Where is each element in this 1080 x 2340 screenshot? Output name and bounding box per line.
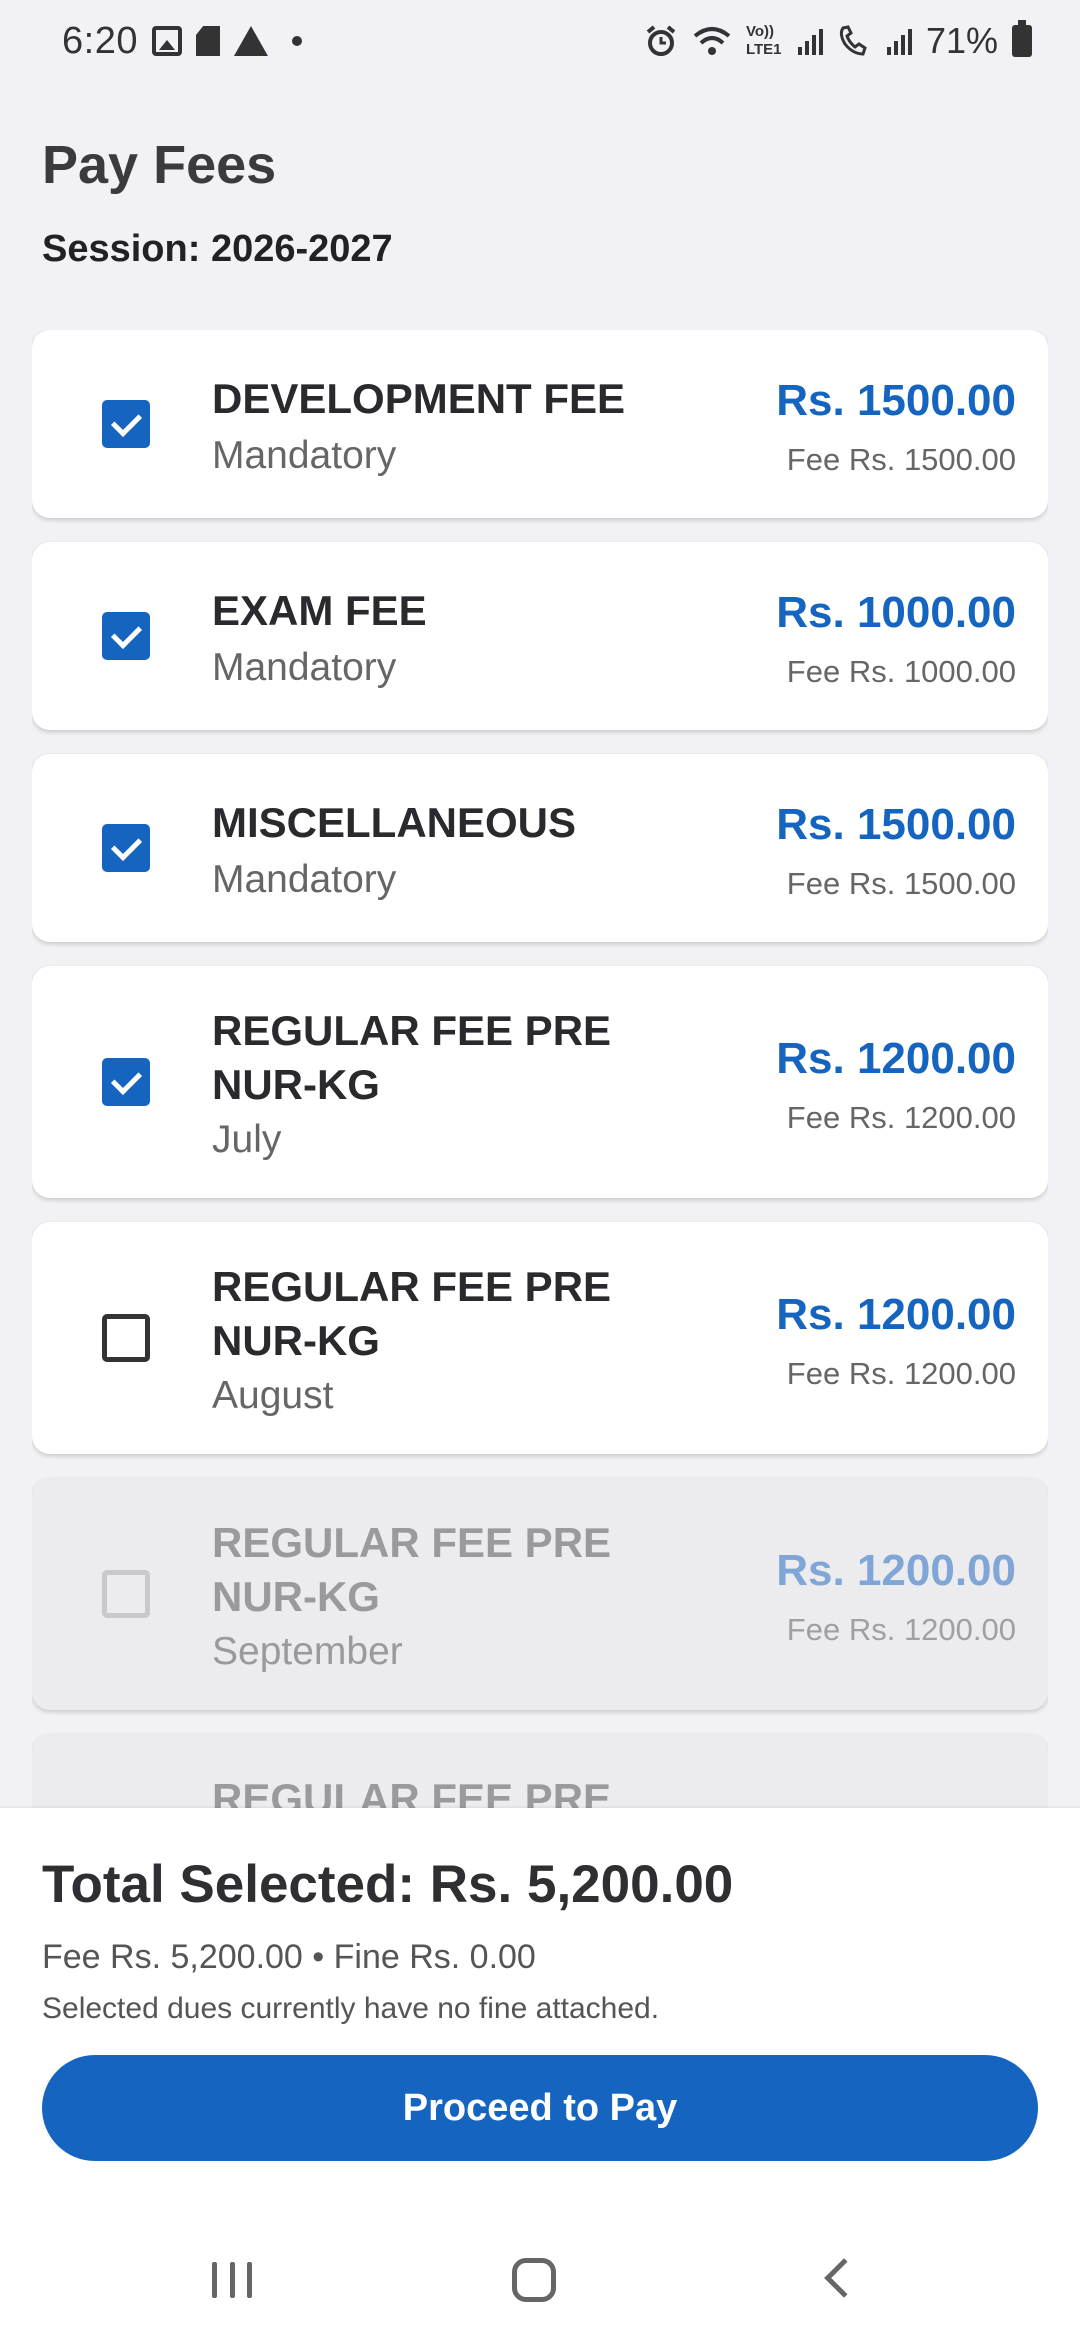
fee-subtitle: July (212, 1118, 282, 1161)
fee-amount: Rs. 1200.00 (776, 1034, 1016, 1083)
warning-icon (233, 26, 268, 56)
signal-icon (797, 27, 823, 55)
fee-list[interactable]: DEVELOPMENT FEE Mandatory Rs. 1500.00 Fe… (32, 330, 1048, 1810)
session-label: Session: 2026-2027 (42, 228, 393, 270)
alarm-icon (646, 25, 676, 56)
fee-subtitle: August (212, 1374, 334, 1417)
fee-amount: Rs. 1200.00 (776, 1546, 1016, 1595)
fee-subtitle: Mandatory (212, 646, 397, 689)
fee-checkbox[interactable] (102, 824, 150, 872)
fee-base-amount: Fee Rs. 1200.00 (786, 1356, 1016, 1391)
fee-name: REGULAR FEE PRE NUR-KG (212, 1007, 612, 1108)
dot-icon (291, 36, 302, 46)
home-icon[interactable] (512, 2258, 556, 2302)
fee-card[interactable]: REGULAR FEE PRE NUR-KG July Rs. 1200.00 … (32, 966, 1048, 1198)
fee-checkbox[interactable] (102, 1314, 150, 1362)
proceed-to-pay-button[interactable]: Proceed to Pay (42, 2055, 1038, 2161)
fee-base-amount: Fee Rs. 1500.00 (786, 442, 1016, 477)
battery-icon (1012, 20, 1032, 57)
image-icon (151, 26, 182, 56)
status-time: 6:20 (62, 19, 138, 62)
status-right: Vo)) LTE1 71% (644, 20, 1032, 62)
fee-base-amount: Fee Rs. 1000.00 (786, 654, 1016, 689)
fee-card-disabled: REGULAR FEE PRE NUR-KG September Rs. 120… (32, 1478, 1048, 1710)
recents-icon[interactable] (212, 2262, 252, 2298)
status-bar: 6:20 Vo)) LTE1 71% (0, 0, 1080, 82)
fee-subtitle: Mandatory (212, 434, 397, 477)
total-selected: Total Selected: Rs. 5,200.00 (42, 1855, 734, 1914)
back-icon[interactable] (824, 2258, 864, 2298)
fee-card[interactable]: EXAM FEE Mandatory Rs. 1000.00 Fee Rs. 1… (32, 542, 1048, 730)
fee-checkbox[interactable] (102, 612, 150, 660)
wifi-calling-icon (839, 25, 867, 56)
system-nav-bar (0, 2230, 1080, 2330)
fee-checkbox[interactable] (102, 400, 150, 448)
fee-base-amount: Fee Rs. 1500.00 (786, 866, 1016, 901)
page-title: Pay Fees (42, 135, 277, 195)
sd-card-icon (195, 26, 220, 56)
fee-amount: Rs. 1200.00 (776, 1290, 1016, 1339)
fee-name: EXAM FEE (212, 587, 427, 634)
signal-icon-2 (886, 27, 912, 55)
fee-amount: Rs. 1000.00 (776, 588, 1016, 637)
battery-percent: 71% (925, 20, 998, 61)
fee-base-amount: Fee Rs. 1200.00 (786, 1100, 1016, 1135)
fee-checkbox[interactable] (102, 1058, 150, 1106)
fee-subtitle: September (212, 1630, 403, 1673)
network-label: Vo)) LTE1 (745, 23, 782, 58)
fee-name: MISCELLANEOUS (212, 799, 577, 846)
fee-card[interactable]: DEVELOPMENT FEE Mandatory Rs. 1500.00 Fe… (32, 330, 1048, 518)
fee-amount: Rs. 1500.00 (776, 376, 1016, 425)
fee-name: DEVELOPMENT FEE (212, 375, 626, 422)
wifi-icon (693, 27, 731, 55)
fee-name: REGULAR FEE PRE NUR-KG (212, 1263, 612, 1364)
fee-name: REGULAR FEE PRE (212, 1775, 612, 1810)
fee-checkbox (102, 1570, 150, 1618)
fee-card[interactable]: MISCELLANEOUS Mandatory Rs. 1500.00 Fee … (32, 754, 1048, 942)
status-left: 6:20 (62, 20, 302, 63)
fee-amount: Rs. 1500.00 (776, 800, 1016, 849)
fee-card-disabled: REGULAR FEE PRE (32, 1734, 1048, 1810)
fine-note: Selected dues currently have no fine att… (42, 1992, 660, 2025)
fee-name: REGULAR FEE PRE NUR-KG (212, 1519, 612, 1620)
fee-subtitle: Mandatory (212, 858, 397, 901)
fee-fine-breakdown: Fee Rs. 5,200.00 • Fine Rs. 0.00 (42, 1938, 536, 1976)
fee-base-amount: Fee Rs. 1200.00 (786, 1612, 1016, 1647)
fee-card[interactable]: REGULAR FEE PRE NUR-KG August Rs. 1200.0… (32, 1222, 1048, 1454)
